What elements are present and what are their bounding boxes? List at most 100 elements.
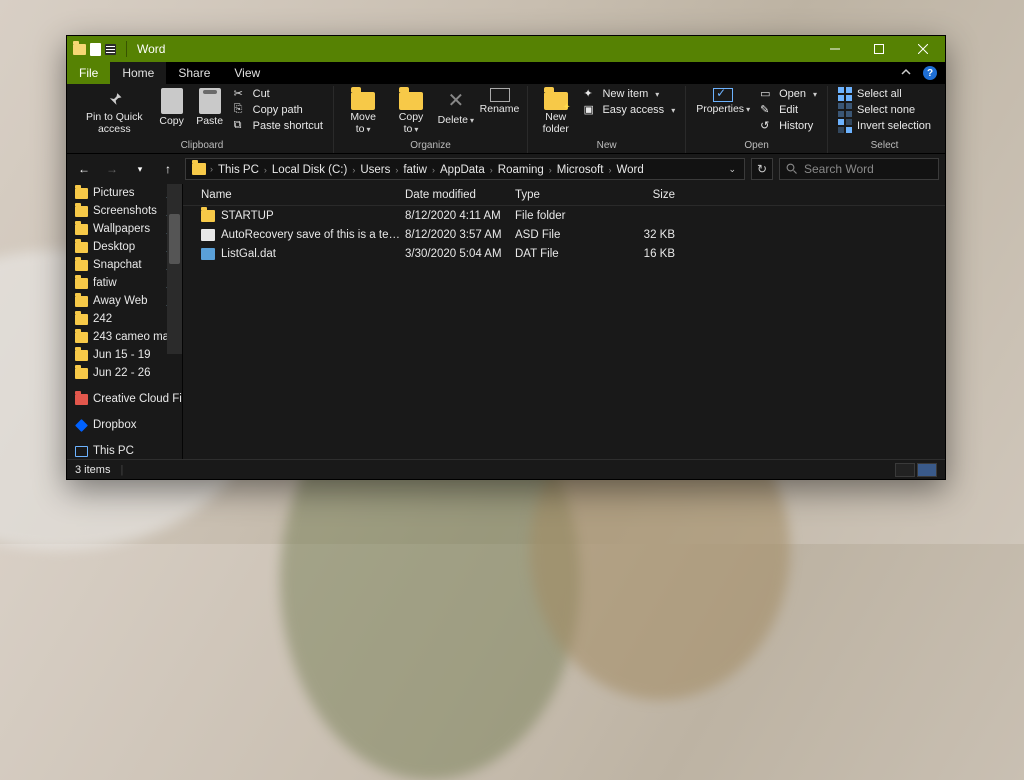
new-item-button[interactable]: ✦New item xyxy=(579,86,679,102)
select-all-button[interactable]: Select all xyxy=(834,86,935,102)
pc-icon xyxy=(75,446,88,457)
sidebar-item-label: fatiw xyxy=(93,277,117,289)
close-button[interactable] xyxy=(901,36,945,62)
easy-access-button[interactable]: ▣Easy access xyxy=(579,102,679,118)
sidebar-item[interactable]: Snapchat📌 xyxy=(67,256,182,274)
sidebar-item-label: Screenshots xyxy=(93,205,157,217)
table-row[interactable]: ListGal.dat3/30/2020 5:04 AMDAT File16 K… xyxy=(183,244,945,263)
edit-button[interactable]: ✎Edit xyxy=(756,102,821,118)
refresh-button[interactable]: ↻ xyxy=(751,158,773,180)
sidebar-item[interactable]: Desktop📌 xyxy=(67,238,182,256)
sidebar-item[interactable]: Wallpapers📌 xyxy=(67,220,182,238)
sidebar-item[interactable]: Creative Cloud Files xyxy=(67,390,182,408)
sidebar-item-label: Snapchat xyxy=(93,259,142,271)
column-headers[interactable]: Name Date modified Type Size xyxy=(183,184,945,206)
sidebar-item[interactable]: 243 cameo mass xyxy=(67,328,182,346)
tab-share[interactable]: Share xyxy=(166,62,222,84)
crumb-segment[interactable]: Local Disk (C:) xyxy=(267,164,352,176)
scrollbar-thumb[interactable] xyxy=(169,214,180,264)
history-button[interactable]: ↺History xyxy=(756,118,821,134)
crumb-segment[interactable]: Roaming xyxy=(493,164,549,176)
select-all-icon xyxy=(838,87,852,101)
move-to-button[interactable]: Move to xyxy=(340,86,386,137)
paste-button[interactable]: Paste xyxy=(192,86,228,130)
minimize-button[interactable] xyxy=(813,36,857,62)
explorer-window: Word File Home Share View ? Pin to Quick… xyxy=(66,35,946,480)
crumb-segment[interactable]: Users xyxy=(355,164,395,176)
crumb-segment[interactable]: fatiw xyxy=(398,164,432,176)
sidebar-item[interactable]: 242 xyxy=(67,310,182,328)
new-folder-button[interactable]: New folder xyxy=(534,86,577,137)
qat xyxy=(73,41,133,57)
cut-button[interactable]: ✂Cut xyxy=(230,86,327,102)
address-bar: ← → ▾ ↑ › This PC›Local Disk (C:)›Users›… xyxy=(67,154,945,184)
copy-path-button[interactable]: ⎘Copy path xyxy=(230,102,327,118)
sidebar-item[interactable]: fatiw📌 xyxy=(67,274,182,292)
window-title: Word xyxy=(137,42,165,56)
file-size: 16 KB xyxy=(615,248,675,260)
breadcrumb[interactable]: › This PC›Local Disk (C:)›Users›fatiw›Ap… xyxy=(185,158,745,180)
back-button[interactable]: ← xyxy=(73,158,95,180)
search-icon xyxy=(786,163,798,175)
details-view-button[interactable] xyxy=(895,463,915,477)
sidebar-item-label: Desktop xyxy=(93,241,135,253)
crumb-segment[interactable]: Word xyxy=(611,164,648,176)
delete-button[interactable]: ✕Delete xyxy=(436,86,476,129)
table-row[interactable]: STARTUP8/12/2020 4:11 AMFile folder xyxy=(183,206,945,225)
properties-button[interactable]: Properties xyxy=(692,86,754,118)
sidebar-item-label: 242 xyxy=(93,313,112,325)
ribbon-group-select: Select all Select none Invert selection … xyxy=(828,86,941,153)
column-date[interactable]: Date modified xyxy=(405,189,515,201)
collapse-ribbon-button[interactable] xyxy=(893,62,919,84)
sidebar-item[interactable]: Pictures📌 xyxy=(67,184,182,202)
folder-icon xyxy=(73,44,86,55)
status-bar: 3 items | xyxy=(67,459,945,479)
scrollbar[interactable] xyxy=(167,184,182,354)
folder-icon xyxy=(201,210,215,222)
file-name: ListGal.dat xyxy=(221,248,405,260)
recent-locations-button[interactable]: ▾ xyxy=(129,158,151,180)
open-button[interactable]: ▭Open xyxy=(756,86,821,102)
ribbon-group-new: New folder ✦New item ▣Easy access New xyxy=(528,86,686,153)
copy-to-button[interactable]: Copy to xyxy=(388,86,433,137)
maximize-button[interactable] xyxy=(857,36,901,62)
sidebar-item[interactable]: Away Web📌 xyxy=(67,292,182,310)
select-none-button[interactable]: Select none xyxy=(834,102,935,118)
up-button[interactable]: ↑ xyxy=(157,158,179,180)
rename-icon xyxy=(490,88,510,102)
tab-file[interactable]: File xyxy=(67,62,110,84)
icons-view-button[interactable] xyxy=(917,463,937,477)
file-type: File folder xyxy=(515,210,615,222)
pin-to-quick-access-button[interactable]: Pin to Quick access xyxy=(77,86,152,137)
folder-icon xyxy=(75,368,88,379)
folder-icon xyxy=(75,314,88,325)
column-type[interactable]: Type xyxy=(515,189,615,201)
sidebar-item[interactable]: This PC xyxy=(67,442,182,459)
tab-view[interactable]: View xyxy=(222,62,272,84)
status-text: 3 items xyxy=(75,464,110,476)
crumb-segment[interactable]: AppData xyxy=(435,164,490,176)
sidebar-item[interactable]: Jun 15 - 19 xyxy=(67,346,182,364)
sidebar-item[interactable]: Jun 22 - 26 xyxy=(67,364,182,382)
tab-home[interactable]: Home xyxy=(110,62,166,84)
sidebar-item[interactable]: Dropbox xyxy=(67,416,182,434)
sidebar-item-label: Away Web xyxy=(93,295,148,307)
invert-selection-button[interactable]: Invert selection xyxy=(834,118,935,134)
search-input[interactable]: Search Word xyxy=(779,158,939,180)
sidebar-item-label: This PC xyxy=(93,445,134,457)
crumb-segment[interactable]: Microsoft xyxy=(552,164,609,176)
table-row[interactable]: AutoRecovery save of this is a test docu… xyxy=(183,225,945,244)
crumb-segment[interactable]: This PC xyxy=(213,164,264,176)
sidebar-item[interactable]: Screenshots📌 xyxy=(67,202,182,220)
column-size[interactable]: Size xyxy=(615,189,675,201)
folder-icon xyxy=(75,224,88,235)
rename-button[interactable]: Rename xyxy=(478,86,521,118)
paste-shortcut-button[interactable]: ⧉Paste shortcut xyxy=(230,118,327,134)
chevron-down-icon[interactable]: ⌄ xyxy=(728,164,736,175)
copy-button[interactable]: Copy xyxy=(154,86,190,130)
file-type: ASD File xyxy=(515,229,615,241)
copy-icon xyxy=(161,88,183,114)
forward-button[interactable]: → xyxy=(101,158,123,180)
help-button[interactable]: ? xyxy=(923,66,937,80)
column-name[interactable]: Name xyxy=(201,189,405,201)
